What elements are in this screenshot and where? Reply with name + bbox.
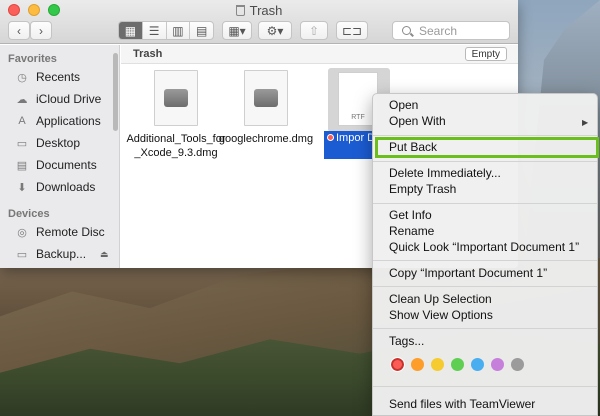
arrange-button[interactable]: ▦▾ <box>222 21 252 40</box>
menu-item-clean-up-selection[interactable]: Clean Up Selection <box>389 292 492 307</box>
menu-separator <box>373 135 597 136</box>
title-bar: Trash ‹ › ▦ ☰ ▥ ▤ ▦▾ ⚙▾ ⇧ ⊏⊐ Search <box>0 0 518 44</box>
sidebar-section-devices: Devices <box>8 208 50 220</box>
sidebar-item-documents[interactable]: ▤ Documents <box>14 155 97 175</box>
applications-icon: A <box>18 115 26 127</box>
file-item[interactable]: Additional_Tools_for_Xcode_9.3.dmg <box>126 66 226 160</box>
disc-icon: ◎ <box>17 226 27 239</box>
action-button[interactable]: ⚙▾ <box>258 21 292 40</box>
chevron-left-icon: ‹ <box>17 23 21 38</box>
tag-color-red[interactable] <box>390 357 405 372</box>
cloud-icon: ☁ <box>16 93 28 106</box>
menu-item-get-info[interactable]: Get Info <box>389 208 432 223</box>
sidebar-item-applications[interactable]: A Applications <box>14 111 100 131</box>
grid-icon: ▦ <box>124 23 137 38</box>
icon-view-button[interactable]: ▦ <box>119 22 143 39</box>
menu-item-send-with-teamviewer[interactable]: Send files with TeamViewer <box>389 397 535 412</box>
menu-item-empty-trash[interactable]: Empty Trash <box>389 182 456 197</box>
sidebar-section-favorites: Favorites <box>8 53 57 65</box>
sidebar-item-remote-disc[interactable]: ◎ Remote Disc <box>14 222 105 242</box>
chevron-right-icon: › <box>39 23 43 38</box>
arrange-icon: ▦▾ <box>228 23 246 38</box>
menu-separator <box>373 386 597 387</box>
sidebar-item-downloads[interactable]: ⬇ Downloads <box>14 177 95 197</box>
tag-color-yellow[interactable] <box>431 358 444 371</box>
view-mode-segmented-control[interactable]: ▦ ☰ ▥ ▤ <box>118 21 214 40</box>
search-placeholder: Search <box>419 23 458 38</box>
gear-icon: ⚙▾ <box>266 23 284 38</box>
menu-separator <box>373 203 597 204</box>
column-view-button[interactable]: ▥ <box>167 22 191 39</box>
folder-title: Trash <box>133 48 163 60</box>
list-icon: ☰ <box>148 23 160 38</box>
list-view-button[interactable]: ☰ <box>143 22 167 39</box>
menu-item-rename[interactable]: Rename <box>389 224 434 239</box>
sidebar-scrollbar[interactable] <box>113 53 118 131</box>
sidebar-item-icloud-drive[interactable]: ☁ iCloud Drive <box>14 89 102 109</box>
red-tag-dot <box>327 134 334 141</box>
put-back-highlight-box <box>375 137 599 158</box>
menu-separator <box>373 286 597 287</box>
search-icon <box>402 26 411 35</box>
file-name: Additional_Tools_for_Xcode_9.3.dmg <box>126 133 226 159</box>
menu-separator <box>373 260 597 261</box>
window-title: Trash <box>0 3 518 18</box>
menu-item-open[interactable]: Open <box>389 98 418 113</box>
tag-color-purple[interactable] <box>491 358 504 371</box>
share-icon: ⇧ <box>308 23 320 38</box>
menu-separator <box>373 161 597 162</box>
gallery-view-button[interactable]: ▤ <box>190 22 213 39</box>
gallery-icon: ▤ <box>195 23 208 38</box>
sidebar-item-recents[interactable]: ◷ Recents <box>14 67 80 87</box>
menu-separator <box>373 328 597 329</box>
sidebar-item-desktop[interactable]: ▭ Desktop <box>14 133 80 153</box>
file-name: googlechrome.dmg <box>218 133 314 145</box>
path-bar: Trash Empty <box>121 45 518 64</box>
menu-item-show-view-options[interactable]: Show View Options <box>389 308 493 323</box>
tag-icon: ⊏⊐ <box>341 23 363 38</box>
sidebar: Favorites ◷ Recents ☁ iCloud Drive A Applic… <box>0 45 120 268</box>
eject-icon[interactable]: ⏏ <box>100 249 109 260</box>
empty-trash-button[interactable]: Empty <box>464 47 507 61</box>
tag-color-blue[interactable] <box>471 358 484 371</box>
download-icon: ⬇ <box>17 181 27 194</box>
menu-item-tags[interactable]: Tags... <box>389 334 424 349</box>
tag-color-orange[interactable] <box>411 358 424 371</box>
trash-icon <box>235 5 245 16</box>
clock-icon: ◷ <box>17 71 27 84</box>
selected-file-name: Impor Docum <box>324 131 372 159</box>
menu-item-open-with[interactable]: Open With <box>389 114 587 130</box>
tag-color-green[interactable] <box>451 358 464 371</box>
columns-icon: ▥ <box>172 23 184 38</box>
menu-item-delete-immediately[interactable]: Delete Immediately... <box>389 166 501 181</box>
drive-icon: ▭ <box>16 248 28 261</box>
tag-color-gray[interactable] <box>511 358 524 371</box>
document-icon: ▤ <box>16 159 28 172</box>
sidebar-item-backup[interactable]: ▭ Backup... ⏏ <box>14 244 109 264</box>
search-field[interactable]: Search <box>392 21 510 40</box>
back-button[interactable]: ‹ <box>8 21 30 40</box>
forward-button[interactable]: › <box>30 21 52 40</box>
file-item[interactable]: googlechrome.dmg <box>216 66 316 146</box>
menu-item-quick-look[interactable]: Quick Look “Important Document 1” <box>389 240 579 255</box>
share-button[interactable]: ⇧ <box>300 21 328 40</box>
desktop-icon: ▭ <box>16 137 28 150</box>
disk-image-icon <box>154 70 198 126</box>
disk-image-icon <box>244 70 288 126</box>
tags-button[interactable]: ⊏⊐ <box>336 21 368 40</box>
context-menu: Open Open With Put Back Delete Immediate… <box>372 93 599 416</box>
menu-item-copy[interactable]: Copy “Important Document 1” <box>389 266 547 281</box>
